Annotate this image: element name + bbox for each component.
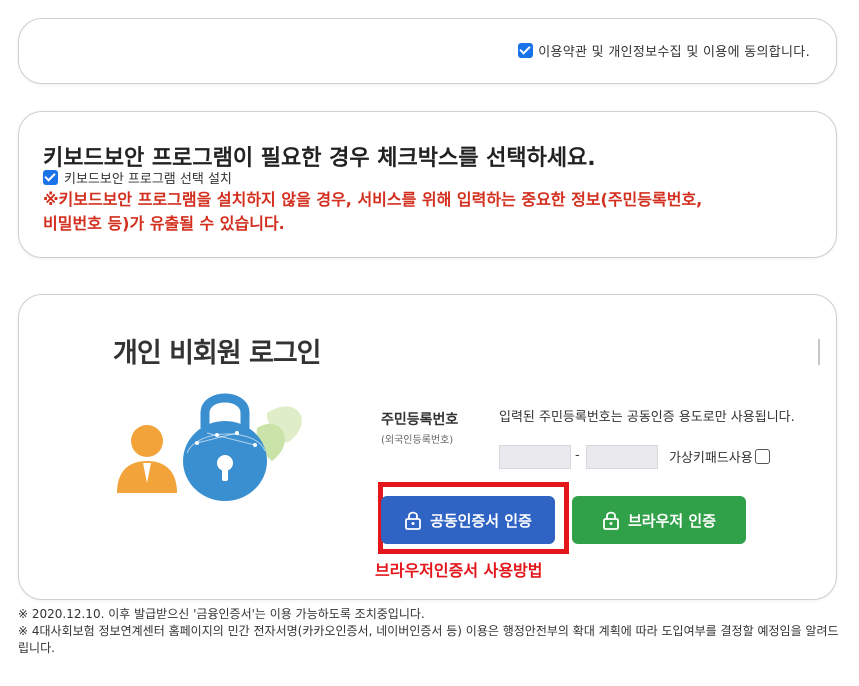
rrn-back-input[interactable]	[586, 445, 658, 469]
browser-certificate-button[interactable]: 브라우저 인증	[572, 496, 746, 544]
rrn-separator: -	[575, 448, 580, 463]
public-certificate-button[interactable]: 공동인증서 인증	[381, 496, 555, 544]
rrn-sublabel: (외국인등록번호)	[381, 435, 454, 446]
note-line-2: ※ 4대사회보험 정보연계센터 홈페이지의 민간 전자서명(카카오인증서, 네이…	[18, 624, 839, 655]
browser-certificate-button-label: 브라우저 인증	[627, 511, 717, 530]
agree-terms-label: 이용약관 및 개인정보수집 및 이용에 동의합니다.	[538, 45, 810, 60]
keyboard-security-checkbox-label: 키보드보안 프로그램 선택 설치	[64, 172, 232, 187]
note-line-1: ※ 2020.12.10. 이후 발급받으신 '금융인증서'는 이용 가능하도록…	[18, 607, 425, 621]
rrn-front-input[interactable]	[499, 445, 571, 469]
warning-line-2: 비밀번호 등)가 유출될 수 있습니다.	[43, 214, 285, 233]
keyboard-security-warning: ※키보드보안 프로그램을 설치하지 않을 경우, 서비스를 위해 입력하는 중요…	[43, 188, 823, 236]
agree-terms-checkbox[interactable]	[518, 43, 534, 58]
keyboard-security-panel: 키보드보안 프로그램이 필요한 경우 체크박스를 선택하세요. 키보드보안 프로…	[18, 111, 837, 258]
rrn-label: 주민등록번호	[381, 412, 459, 428]
browser-cert-howto-link[interactable]: 브라우저인증서 사용방법	[375, 557, 543, 581]
warning-line-1: ※키보드보안 프로그램을 설치하지 않을 경우, 서비스를 위해 입력하는 중요…	[43, 190, 703, 209]
keyboard-security-install-row[interactable]: 키보드보안 프로그램 선택 설치	[43, 168, 232, 187]
rrn-notice: 입력된 주민등록번호는 공동인증 용도로만 사용됩니다.	[499, 410, 795, 425]
keyboard-security-checkbox[interactable]	[43, 170, 58, 185]
certificate-lock-illustration	[117, 393, 302, 501]
virtual-keypad-row[interactable]: 가상키패드사용	[669, 447, 770, 466]
virtual-keypad-label: 가상키패드사용	[669, 451, 753, 466]
login-title: 개인 비회원 로그인	[113, 338, 322, 369]
public-certificate-button-label: 공동인증서 인증	[430, 511, 532, 530]
agreement-panel: 이용약관 및 개인정보수집 및 이용에 동의합니다.	[18, 18, 837, 84]
lock-icon	[405, 511, 421, 530]
footer-notes: ※ 2020.12.10. 이후 발급받으신 '금융인증서'는 이용 가능하도록…	[18, 606, 848, 657]
virtual-keypad-checkbox[interactable]	[754, 449, 770, 464]
guest-login-panel: 개인 비회원 로그인 주민등록번호 (외국인등록번호) 입력된 주민등록번호는 …	[18, 294, 837, 600]
lock-icon	[603, 511, 619, 530]
scrollbar-divider	[818, 339, 820, 365]
agree-terms-row[interactable]: 이용약관 및 개인정보수집 및 이용에 동의합니다.	[518, 41, 810, 60]
